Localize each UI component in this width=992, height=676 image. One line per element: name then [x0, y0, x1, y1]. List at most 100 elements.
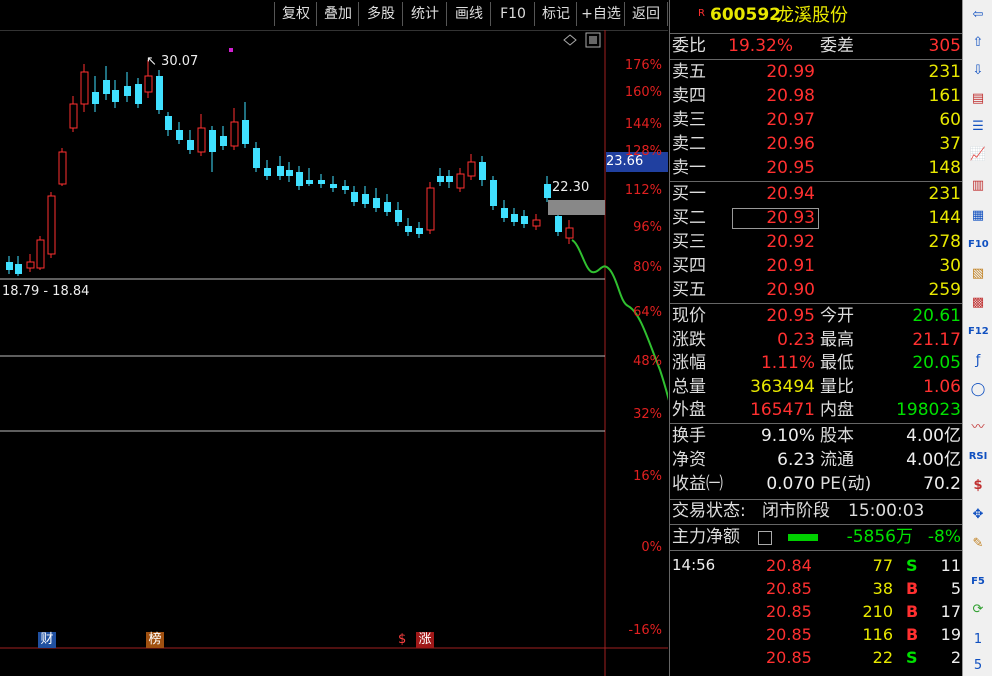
pct-tick: 112%	[624, 183, 662, 198]
stat-label: 外盘	[672, 400, 706, 420]
bid-row[interactable]: 买一 20.94 231	[670, 183, 963, 206]
candle-body	[156, 76, 163, 110]
candle-body	[80, 71, 89, 105]
trade-status-time: 15:00:03	[848, 501, 925, 521]
level-label: 买五	[672, 280, 706, 300]
candle-body	[426, 187, 435, 231]
mark-button[interactable]: 标记	[534, 2, 577, 26]
line-chart-icon[interactable]: 📈	[968, 145, 988, 165]
stat-row: 涨幅 1.11% 最低 20.05	[670, 352, 963, 375]
stat-label: 总量	[672, 376, 706, 397]
table-icon[interactable]: ▦	[968, 206, 988, 226]
rsi-icon[interactable]: RSI	[968, 447, 988, 467]
f10-button[interactable]: F10	[490, 2, 535, 26]
pct-tick: 128%	[624, 144, 662, 159]
candle-body	[306, 180, 313, 184]
tick-row: 20.85 38 B 5	[670, 577, 963, 600]
draw-line-button[interactable]: 画线	[446, 2, 491, 26]
pct-tick: 64%	[633, 305, 662, 320]
arrow-up-icon[interactable]: ⇧	[968, 33, 988, 53]
tick-row: 20.85 210 B 17	[670, 600, 963, 623]
list-icon[interactable]	[758, 531, 772, 545]
stat-label: 涨幅	[672, 353, 706, 373]
arrow-left-icon[interactable]: ⇦	[968, 5, 988, 25]
page-1-button[interactable]: 1	[968, 630, 988, 650]
stat-label: 涨跌	[672, 329, 706, 350]
overlay-button[interactable]: 叠加	[316, 2, 359, 26]
candle-body	[437, 176, 444, 182]
candle-icon[interactable]: ▥	[968, 176, 988, 196]
refresh-icon[interactable]: ⟳	[968, 600, 988, 620]
ask-row[interactable]: 卖五 20.99 231	[670, 61, 963, 84]
restore-rights-button[interactable]: 复权	[274, 2, 317, 26]
candlestick-chart[interactable]: ↖ 30.07 22.30 18.79 - 18.84 23.66 176% 16…	[0, 30, 668, 676]
pen-icon[interactable]: ✎	[968, 534, 988, 554]
candle-body	[384, 202, 391, 212]
candle-body	[253, 148, 260, 168]
level-label: 卖四	[672, 86, 706, 106]
ask-row[interactable]: 卖二 20.96 37	[670, 133, 963, 156]
move-icon[interactable]: ✥	[968, 505, 988, 525]
bid-row[interactable]: 买五 20.90 259	[670, 279, 963, 302]
stat-label: 现价	[672, 306, 706, 326]
divider	[670, 524, 963, 525]
dollar-marker[interactable]: $	[398, 632, 406, 647]
candle-body	[286, 170, 293, 176]
bid-row[interactable]: 买四 20.91 30	[670, 255, 963, 278]
candle-body	[15, 264, 22, 274]
candle-body	[112, 90, 119, 102]
candle-body	[187, 140, 194, 150]
candle-body	[342, 186, 349, 190]
statistics-button[interactable]: 统计	[402, 2, 447, 26]
stat-label2: 今开	[820, 306, 854, 326]
selected-bid-box[interactable]	[732, 208, 819, 229]
stat2-value2: 70.2	[923, 474, 961, 494]
trade-status-value: 闭市阶段	[762, 501, 830, 521]
chart-svg	[0, 30, 668, 676]
f5-icon[interactable]: F5	[968, 572, 988, 592]
add-watchlist-button[interactable]: +自选	[576, 2, 625, 26]
formula-icon[interactable]: ƒ	[968, 351, 988, 371]
candle-body	[456, 173, 465, 189]
f10-icon[interactable]: F10	[968, 235, 989, 255]
ask-row[interactable]: 卖四 20.98 161	[670, 85, 963, 108]
tick-side: B	[906, 625, 919, 644]
stock-header: R 600592 龙溪股份	[670, 4, 963, 32]
tick-count: 19	[940, 625, 961, 644]
arrow-down-icon[interactable]: ⇩	[968, 61, 988, 81]
candle-body	[69, 103, 78, 129]
money-icon[interactable]: $	[968, 476, 988, 496]
trade-status-label: 交易状态:	[672, 501, 746, 521]
right-price-label: 22.30	[552, 180, 590, 195]
multi-stock-button[interactable]: 多股	[358, 2, 403, 26]
wave-icon[interactable]: 〰	[968, 418, 988, 438]
limit-up-marker[interactable]: 涨	[416, 632, 434, 648]
stat-row: 涨跌 0.23 最高 21.17	[670, 329, 963, 352]
ask-row[interactable]: 卖一 20.95 148	[670, 157, 963, 180]
back-button[interactable]: 返回	[624, 2, 668, 26]
circle-icon[interactable]: ◯	[968, 380, 988, 400]
list-icon[interactable]: ☰	[968, 117, 988, 137]
ranking-marker[interactable]: 榜	[146, 632, 164, 648]
finance-marker[interactable]: 财	[38, 632, 56, 648]
weibi-label: 委比	[672, 36, 706, 56]
level-volume: 148	[928, 158, 961, 178]
report-icon[interactable]: ▤	[968, 89, 988, 109]
candles-group	[6, 60, 574, 276]
news-icon[interactable]: ▧	[968, 264, 988, 284]
stat2-label: 换手	[672, 426, 706, 446]
candle-body	[58, 151, 67, 185]
bid-row[interactable]: 买三 20.92 278	[670, 231, 963, 254]
page-5-button[interactable]: 5	[968, 656, 988, 676]
flow-bar	[788, 534, 818, 541]
book-icon[interactable]: ▩	[968, 293, 988, 313]
ask-row[interactable]: 卖三 20.97 60	[670, 109, 963, 132]
tick-price: 20.84	[766, 556, 812, 575]
f12-icon[interactable]: F12	[968, 322, 989, 342]
tick-side: B	[906, 602, 919, 621]
stat-value2: 20.61	[912, 306, 961, 326]
stat-value: 1.11%	[760, 353, 815, 373]
pct-tick: -16%	[628, 623, 662, 638]
level-label: 买四	[672, 256, 706, 276]
pct-tick: 176%	[624, 58, 662, 73]
